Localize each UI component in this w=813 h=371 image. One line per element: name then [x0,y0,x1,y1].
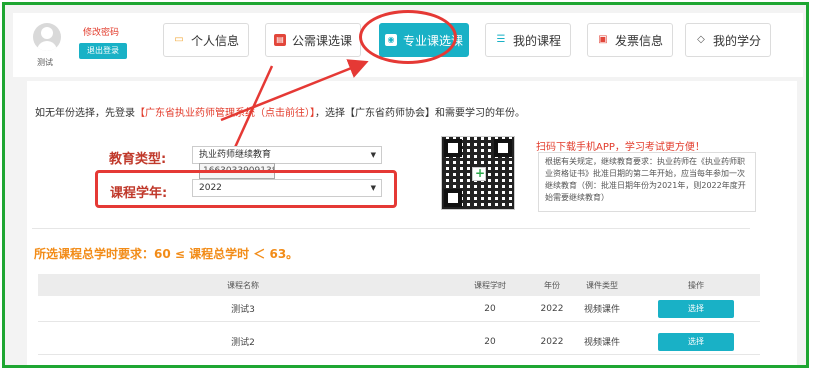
course-name: 测试2 [231,338,255,348]
tab-label: 发票信息 [614,33,663,48]
course-year: 2022 [540,336,564,347]
logout-button[interactable]: 退出登录 [79,43,127,59]
tab-label: 我的课程 [512,33,561,48]
continuing-education-notice: 根据有关规定，继续教育要求：执业药师在《执业药师职业资格证书》批准日期的第二年开… [538,152,756,212]
scan-download-text: 扫码下载手机APP，学习考试更方便！ [536,142,705,153]
portal-link[interactable]: 【广东省执业药师管理系统（点击前往）】 [135,108,315,119]
eye-icon: ◉ [384,34,397,46]
divider [32,228,750,229]
header-year: 年份 [544,280,560,290]
chevron-down-icon: ▼ [370,184,376,192]
tab-professional-courses[interactable]: ◉ 专业课选课 [379,23,469,57]
table-header: 课程名称 课程学时 年份 课件类型 操作 [38,274,760,296]
tab-label: 个人信息 [190,33,239,48]
header-course-name: 课程名称 [227,280,259,290]
change-password-link[interactable]: 修改密码 [83,25,119,38]
action-cell: 选择 [632,329,760,354]
tab-my-credits[interactable]: ◇ 我的学分 [685,23,771,57]
chevron-down-icon: ▼ [370,151,376,159]
book-icon: ▤ [273,34,286,46]
edu-type-label: 教育类型: [109,152,167,167]
top-bar: 测试 修改密码 退出登录 ▭ 个人信息 ▤ 公需课选课 ◉ 专业课选课 ☰ 我的… [13,13,803,77]
username: 测试 [37,58,53,67]
edu-type-select[interactable]: 执业药师继续教育 ▼ [192,146,382,164]
qr-code [441,136,515,210]
course-type: 视频课件 [583,305,620,315]
intro-part1: 如无年份选择，先登录 [35,108,135,119]
course-year: 2022 [540,303,564,314]
hours-requirement: 所选课程总学时要求：60 ≤ 课程总学时 ＜ 63。 [34,247,299,261]
tab-label: 公需课选课 [291,33,352,48]
avatar [33,23,61,51]
intro-part2: ，选择【广东省药师协会】和需要学习的年份。 [315,108,525,119]
graduation-icon: ◇ [697,34,705,45]
folder-icon: ▭ [174,34,184,45]
course-hours: 20 [484,303,496,314]
select-course-button[interactable]: 选择 [658,299,734,318]
table-row: 测试2 20 2022 视频课件 选择 [38,329,760,355]
filename-tooltip: 1663033909138242.png [199,163,275,179]
course-hours: 20 [484,336,496,347]
course-type: 视频课件 [583,338,620,348]
tab-invoice-info[interactable]: ▣ 发票信息 [587,23,673,57]
action-cell: 选择 [632,296,760,321]
tab-label: 我的学分 [712,33,761,48]
invoice-icon: ▣ [598,34,608,45]
year-label: 课程学年: [110,186,168,201]
year-value: 2022 [199,183,222,193]
header-courseware-type: 课件类型 [586,280,618,290]
tab-label: 专业课选课 [402,33,463,48]
edu-type-value: 执业药师继续教育 [199,150,272,160]
intro-text: 如无年份选择，先登录【广东省执业药师管理系统（点击前往）】，选择【广东省药师协会… [35,104,525,119]
select-course-button[interactable]: 选择 [658,332,734,351]
tab-public-courses[interactable]: ▤ 公需课选课 [265,23,361,57]
table-row: 测试3 20 2022 视频课件 选择 [38,296,760,322]
list-icon: ☰ [496,34,506,45]
main-panel [27,81,797,365]
header-course-hours: 课程学时 [474,280,506,290]
tab-personal-info[interactable]: ▭ 个人信息 [163,23,249,57]
tab-my-courses[interactable]: ☰ 我的课程 [485,23,571,57]
course-name: 测试3 [231,305,255,315]
header-action: 操作 [688,280,704,290]
year-select[interactable]: 2022 ▼ [192,179,382,197]
